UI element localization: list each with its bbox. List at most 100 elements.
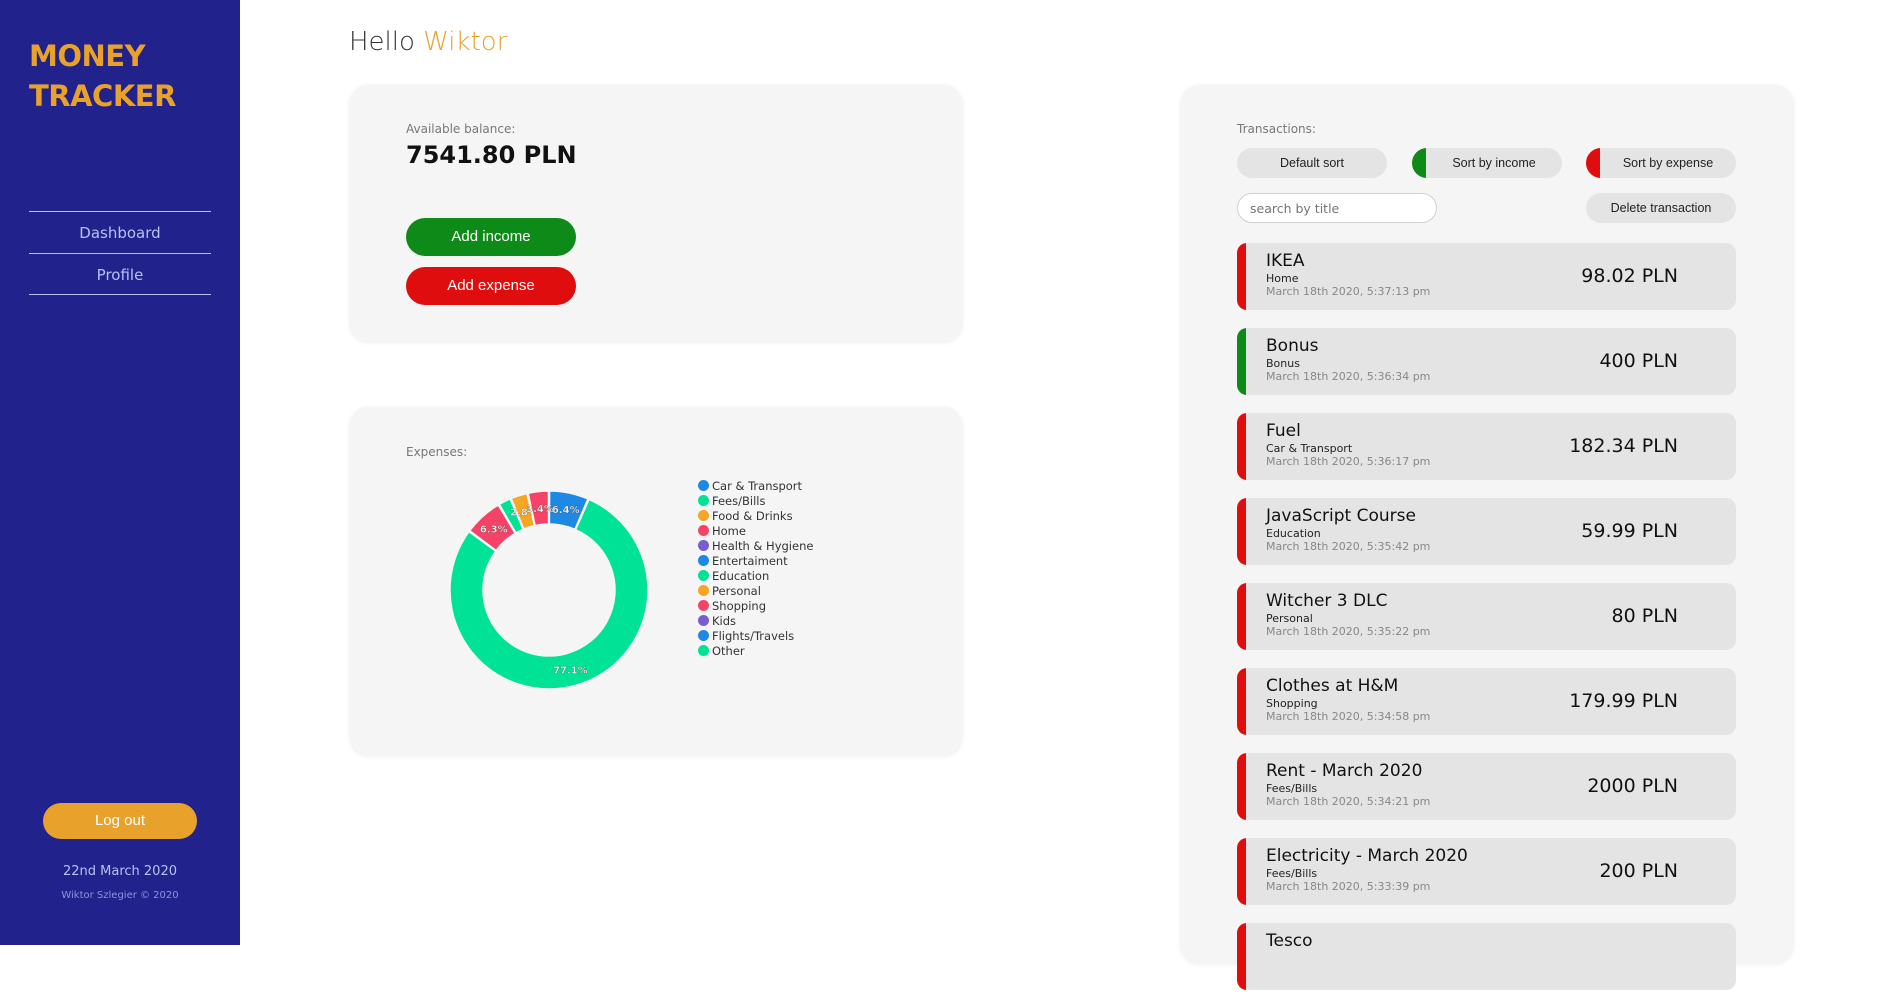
- search-input[interactable]: [1237, 193, 1437, 223]
- income-indicator: [1412, 148, 1426, 178]
- transaction-category: Car & Transport: [1266, 442, 1353, 455]
- transaction-title: Rent - March 2020: [1266, 761, 1423, 781]
- sidebar: MONEY TRACKER Dashboard Profile Log out …: [0, 0, 240, 945]
- transaction-date: March 18th 2020, 5:35:22 pm: [1266, 625, 1431, 638]
- expenses-donut-chart: 6.4%77.1%6.3%2.8%3.4%: [449, 490, 649, 690]
- legend-item[interactable]: Education: [698, 568, 813, 583]
- transaction-amount: 400 PLN: [1599, 350, 1678, 372]
- transaction-title: Tesco: [1266, 931, 1313, 951]
- transaction-category: Home: [1266, 272, 1299, 285]
- legend-marker: [698, 555, 709, 566]
- logo-line-2: TRACKER: [29, 79, 176, 113]
- sort-by-income-button[interactable]: Sort by income: [1412, 148, 1562, 178]
- legend-item[interactable]: Fees/Bills: [698, 493, 813, 508]
- sort-income-label: Sort by income: [1452, 156, 1536, 170]
- transaction-date: March 18th 2020, 5:35:42 pm: [1266, 540, 1431, 553]
- legend-label: Flights/Travels: [712, 628, 795, 643]
- transaction-type-indicator: [1237, 243, 1246, 310]
- slice-percent-label: 77.1%: [553, 666, 588, 677]
- transaction-type-indicator: [1237, 668, 1246, 735]
- legend-marker: [698, 630, 709, 641]
- transaction-type-indicator: [1237, 413, 1246, 480]
- transaction-date: March 18th 2020, 5:36:17 pm: [1266, 455, 1431, 468]
- slice-percent-label: 6.3%: [480, 525, 508, 536]
- legend-marker: [698, 615, 709, 626]
- legend-marker: [698, 540, 709, 551]
- add-expense-button[interactable]: Add expense: [406, 267, 576, 305]
- transaction-item[interactable]: Rent - March 2020 Fees/Bills March 18th 20…: [1237, 753, 1736, 820]
- legend-item[interactable]: Car & Transport: [698, 478, 813, 493]
- legend-label: Fees/Bills: [712, 493, 766, 508]
- nav-item-dashboard[interactable]: Dashboard: [29, 211, 211, 253]
- transaction-date: March 18th 2020, 5:37:13 pm: [1266, 285, 1431, 298]
- transaction-category: Bonus: [1266, 357, 1300, 370]
- transaction-type-indicator: [1237, 753, 1246, 820]
- transaction-amount: 200 PLN: [1599, 860, 1678, 882]
- legend-label: Personal: [712, 583, 761, 598]
- legend-marker: [698, 570, 709, 581]
- delete-transaction-button[interactable]: Delete transaction: [1586, 193, 1736, 223]
- transaction-amount: 2000 PLN: [1587, 775, 1678, 797]
- transaction-item[interactable]: Witcher 3 DLC Personal March 18th 2020, 5:…: [1237, 583, 1736, 650]
- legend-label: Food & Drinks: [712, 508, 793, 523]
- legend-label: Entertaiment: [712, 553, 788, 568]
- transaction-date: March 18th 2020, 5:34:58 pm: [1266, 710, 1431, 723]
- default-sort-button[interactable]: Default sort: [1237, 148, 1387, 178]
- transaction-item[interactable]: Fuel Car & Transport March 18th 2020, 5:36…: [1237, 413, 1736, 480]
- transaction-item[interactable]: Electricity - March 2020 Fees/Bills March …: [1237, 838, 1736, 905]
- legend-item[interactable]: Kids: [698, 613, 813, 628]
- legend-marker: [698, 600, 709, 611]
- legend-item[interactable]: Other: [698, 643, 813, 658]
- app-logo[interactable]: MONEY TRACKER: [29, 36, 176, 116]
- transaction-item[interactable]: Tesco: [1237, 923, 1736, 990]
- transaction-item[interactable]: Bonus Bonus March 18th 2020, 5:36:34 pm 400…: [1237, 328, 1736, 395]
- legend-label: Home: [712, 523, 746, 538]
- transaction-date: March 18th 2020, 5:34:21 pm: [1266, 795, 1431, 808]
- transaction-type-indicator: [1237, 328, 1246, 395]
- transaction-item[interactable]: IKEA Home March 18th 2020, 5:37:13 pm 98.02…: [1237, 243, 1736, 310]
- legend-label: Health & Hygiene: [712, 538, 814, 553]
- sort-expense-label: Sort by expense: [1622, 156, 1714, 170]
- legend-label: Other: [712, 643, 745, 658]
- transaction-amount: 182.34 PLN: [1569, 435, 1678, 457]
- user-name: Wiktor: [423, 27, 508, 57]
- slice-percent-label: 6.4%: [552, 505, 580, 516]
- transaction-type-indicator: [1237, 838, 1246, 905]
- transaction-type-indicator: [1237, 923, 1246, 990]
- logo-line-1: MONEY: [29, 39, 146, 73]
- nav-item-profile[interactable]: Profile: [29, 253, 211, 295]
- sort-by-expense-button[interactable]: Sort by expense: [1586, 148, 1736, 178]
- transaction-item[interactable]: Clothes at H&M Shopping March 18th 2020, 5…: [1237, 668, 1736, 735]
- legend-marker: [698, 525, 709, 536]
- transaction-title: Clothes at H&M: [1266, 676, 1399, 696]
- legend-marker: [698, 480, 709, 491]
- legend-item[interactable]: Entertaiment: [698, 553, 813, 568]
- legend-marker: [698, 495, 709, 506]
- transaction-item[interactable]: JavaScript Course Education March 18th 202…: [1237, 498, 1736, 565]
- expenses-label: Expenses:: [406, 445, 468, 459]
- legend-marker: [698, 510, 709, 521]
- transaction-title: Electricity - March 2020: [1266, 846, 1468, 866]
- transaction-title: JavaScript Course: [1266, 506, 1416, 526]
- page-greeting: Hello Wiktor: [349, 27, 507, 57]
- balance-card: Available balance: 7541.80 PLN Add incom…: [349, 85, 963, 343]
- transaction-category: Shopping: [1266, 697, 1318, 710]
- legend-item[interactable]: Shopping: [698, 598, 813, 613]
- default-sort-label: Default sort: [1280, 156, 1344, 170]
- legend-label: Kids: [712, 613, 737, 628]
- transaction-date: March 18th 2020, 5:36:34 pm: [1266, 370, 1431, 383]
- legend-item[interactable]: Health & Hygiene: [698, 538, 813, 553]
- legend-item[interactable]: Food & Drinks: [698, 508, 813, 523]
- legend-item[interactable]: Home: [698, 523, 813, 538]
- chart-legend: Car & Transport Fees/Bills Food & Drinks Ho…: [698, 478, 813, 658]
- legend-item[interactable]: Personal: [698, 583, 813, 598]
- logout-button[interactable]: Log out: [43, 803, 197, 839]
- transaction-title: Fuel: [1266, 421, 1301, 441]
- legend-label: Education: [712, 568, 770, 583]
- transaction-title: Bonus: [1266, 336, 1319, 356]
- legend-label: Shopping: [712, 598, 767, 613]
- legend-item[interactable]: Flights/Travels: [698, 628, 813, 643]
- add-income-button[interactable]: Add income: [406, 218, 576, 256]
- legend-label: Car & Transport: [712, 478, 803, 493]
- sidebar-nav: Dashboard Profile: [29, 211, 211, 295]
